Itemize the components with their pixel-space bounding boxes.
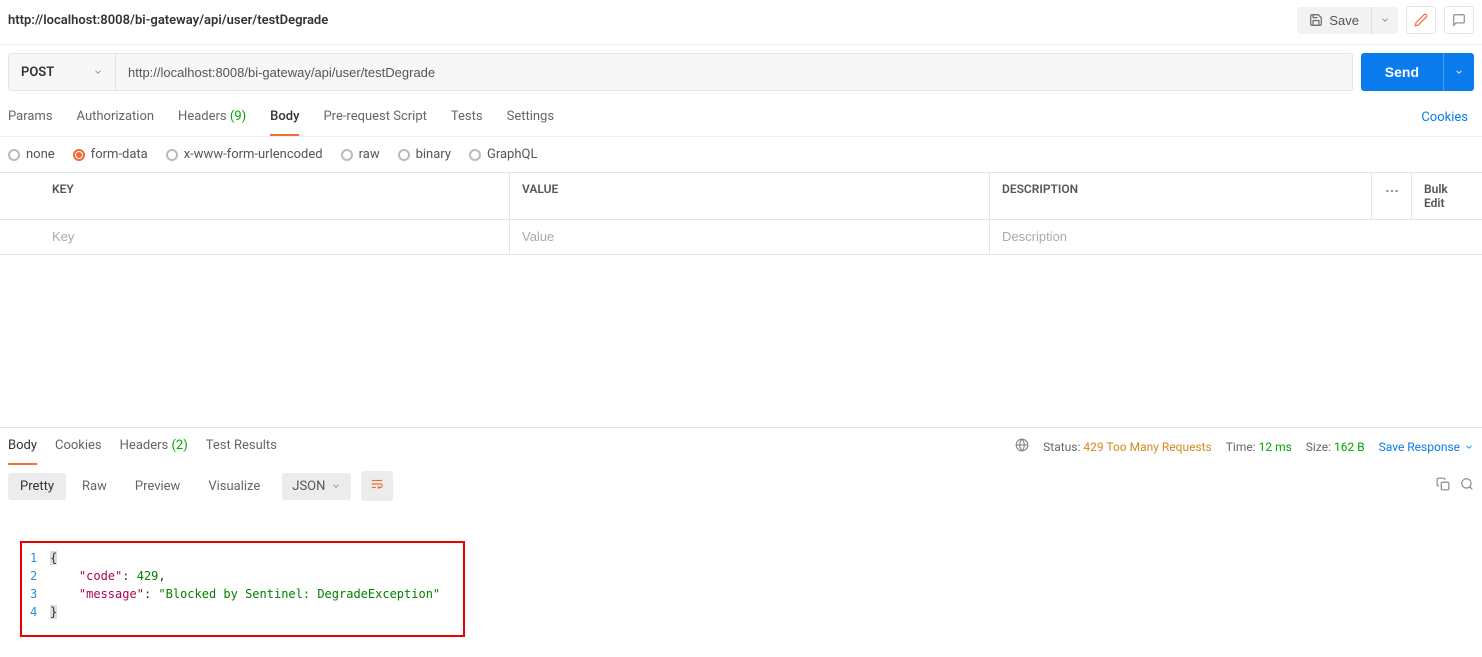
response-body[interactable]: 1{ 2 "code": 429, 3 "message": "Blocked …	[20, 541, 465, 637]
resp-tab-headers[interactable]: Headers (2)	[120, 428, 188, 465]
status-value: 429 Too Many Requests	[1083, 440, 1211, 454]
tab-params[interactable]: Params	[8, 99, 53, 136]
comment-icon	[1452, 13, 1466, 27]
table-row	[0, 220, 1482, 254]
pencil-icon	[1414, 13, 1428, 27]
format-label: JSON	[292, 479, 325, 494]
save-label: Save	[1329, 13, 1359, 28]
resp-tab-headers-count: (2)	[171, 438, 187, 453]
view-tab-visualize[interactable]: Visualize	[196, 473, 272, 500]
col-desc-header: DESCRIPTION	[990, 173, 1372, 219]
url-input[interactable]	[128, 65, 1340, 80]
tab-body[interactable]: Body	[270, 99, 299, 136]
tab-tests[interactable]: Tests	[451, 99, 483, 136]
search-button[interactable]	[1460, 477, 1474, 495]
method-label: POST	[21, 65, 54, 80]
resp-tab-body[interactable]: Body	[8, 428, 37, 465]
save-icon	[1309, 13, 1323, 27]
format-selector[interactable]: JSON	[282, 473, 351, 500]
chevron-down-icon	[93, 67, 103, 77]
key-input[interactable]	[52, 229, 497, 244]
desc-input[interactable]	[1002, 229, 1360, 244]
chevron-down-icon	[1380, 15, 1390, 25]
radio-icon	[8, 149, 20, 161]
method-selector[interactable]: POST	[8, 53, 116, 91]
search-icon	[1460, 477, 1474, 491]
edit-button[interactable]	[1406, 6, 1436, 34]
radio-icon	[166, 149, 178, 161]
chevron-down-icon	[331, 481, 341, 491]
chevron-down-icon	[1454, 67, 1464, 77]
size-value: 162 B	[1334, 440, 1365, 454]
body-type-graphql[interactable]: GraphQL	[469, 147, 537, 162]
url-field-wrap	[116, 53, 1353, 91]
size-group[interactable]: Size: 162 B	[1306, 440, 1365, 454]
comment-button[interactable]	[1444, 6, 1474, 34]
radio-icon	[341, 149, 353, 161]
copy-icon	[1436, 477, 1450, 491]
status-group[interactable]: Status: 429 Too Many Requests	[1043, 440, 1212, 454]
resp-tab-headers-label: Headers	[120, 438, 169, 453]
body-type-binary[interactable]: binary	[398, 147, 451, 162]
radio-icon	[469, 149, 481, 161]
tab-headers-label: Headers	[178, 109, 227, 124]
radio-icon	[73, 149, 85, 161]
chevron-down-icon	[1464, 442, 1474, 452]
save-response-button[interactable]: Save Response	[1379, 440, 1474, 454]
body-type-form-data[interactable]: form-data	[73, 147, 148, 162]
tab-settings[interactable]: Settings	[507, 99, 554, 136]
send-button[interactable]: Send	[1361, 53, 1443, 91]
view-tab-pretty[interactable]: Pretty	[8, 473, 66, 500]
bulk-edit-button[interactable]: Bulk Edit	[1412, 173, 1482, 219]
resp-tab-test-results[interactable]: Test Results	[206, 428, 277, 465]
view-tab-preview[interactable]: Preview	[123, 473, 192, 500]
view-tab-raw[interactable]: Raw	[70, 473, 119, 500]
tab-headers[interactable]: Headers (9)	[178, 99, 246, 136]
body-type-x-www[interactable]: x-www-form-urlencoded	[166, 147, 323, 162]
resp-tab-cookies[interactable]: Cookies	[55, 428, 102, 465]
body-type-raw[interactable]: raw	[341, 147, 380, 162]
tab-headers-count: (9)	[230, 109, 246, 124]
save-dropdown[interactable]	[1371, 7, 1398, 34]
col-value-header: VALUE	[510, 173, 990, 219]
cookies-link[interactable]: Cookies	[1421, 110, 1474, 125]
col-check	[0, 173, 40, 219]
request-title: http://localhost:8008/bi-gateway/api/use…	[8, 13, 328, 28]
col-key-header: KEY	[40, 173, 510, 219]
save-button[interactable]: Save	[1297, 7, 1371, 34]
more-icon	[1385, 189, 1399, 193]
body-type-none[interactable]: none	[8, 147, 55, 162]
wrap-lines-button[interactable]	[361, 471, 393, 501]
copy-button[interactable]	[1436, 477, 1450, 495]
tab-authorization[interactable]: Authorization	[77, 99, 155, 136]
tab-prerequest[interactable]: Pre-request Script	[323, 99, 426, 136]
value-input[interactable]	[522, 229, 977, 244]
time-group[interactable]: Time: 12 ms	[1226, 440, 1292, 454]
send-dropdown[interactable]	[1443, 53, 1474, 91]
col-options[interactable]	[1372, 173, 1412, 219]
radio-icon	[398, 149, 410, 161]
wrap-icon	[369, 477, 385, 491]
network-icon[interactable]	[1015, 438, 1029, 455]
form-data-table: KEY VALUE DESCRIPTION Bulk Edit	[0, 172, 1482, 255]
time-value: 12 ms	[1259, 440, 1292, 454]
